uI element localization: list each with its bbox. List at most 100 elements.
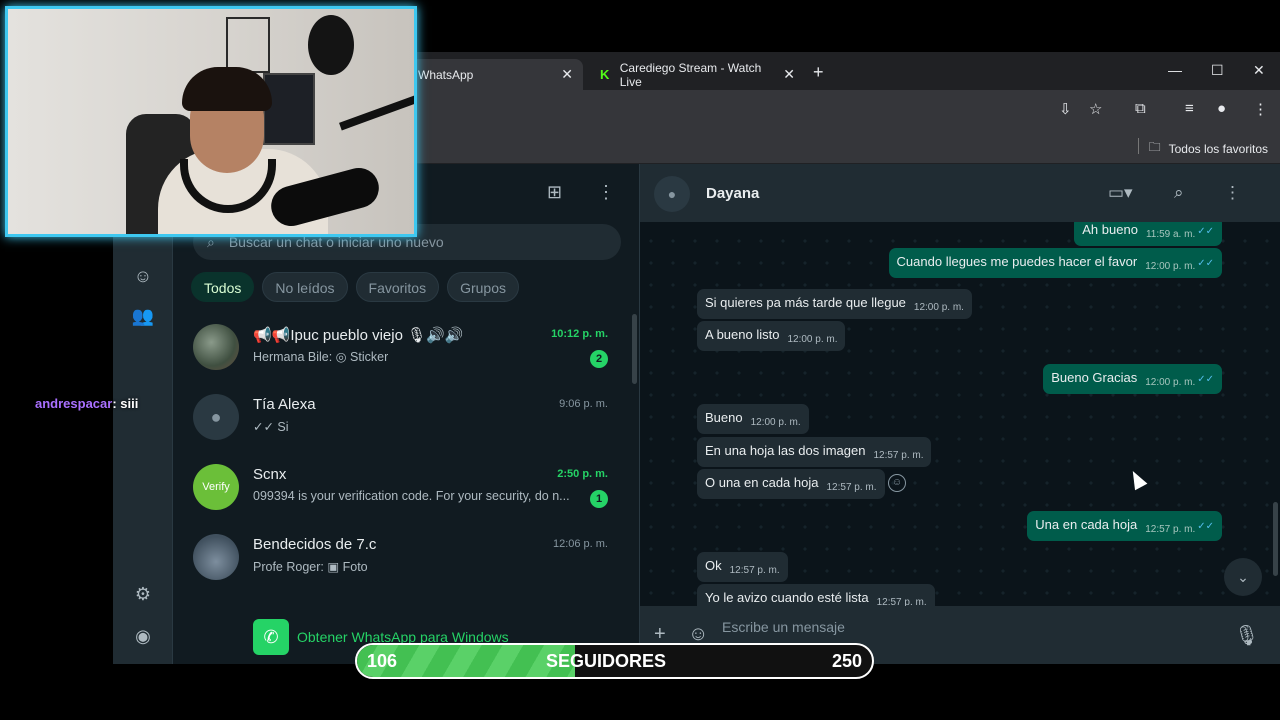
new-tab-icon[interactable]: + [813, 62, 824, 83]
filter-all[interactable]: Todos [191, 272, 255, 302]
message-time: 12:57 p. m. [876, 597, 927, 606]
chat-time: 12:06 p. m. [552, 538, 608, 550]
contact-avatar-icon[interactable]: ● [654, 176, 690, 212]
message-out[interactable]: Ah bueno 11:59 a. m. ✓✓ [1074, 222, 1222, 246]
chat-time: 2:50 p. m. [557, 468, 608, 480]
filter-favorites[interactable]: Favoritos [355, 272, 440, 302]
message-text: A bueno listo [705, 327, 780, 342]
chat-title: Bendecidos de 7.c [253, 536, 377, 553]
filter-groups[interactable]: Grupos [447, 272, 520, 302]
message-text: Cuando llegues me puedes hacer el favor [896, 254, 1138, 269]
close-window-icon[interactable]: ✕ [1253, 62, 1265, 79]
chat-title: 📢📢Ipuc pueblo viejo 🎙🔊🔊 [253, 327, 464, 344]
maximize-icon[interactable]: ☐ [1211, 62, 1224, 79]
message-text: Si quieres pa más tarde que llegue [705, 295, 906, 310]
conversation-panel: ● Dayana ▭▾ ⌕ ⋮ Ah bueno 11:59 a. m. ✓✓ Cu… [640, 164, 1280, 664]
message-in[interactable]: O una en cada hoja 12:57 p. m. [697, 469, 885, 499]
message-time: 12:00 p. m. [750, 417, 801, 428]
contact-name[interactable]: Dayana [706, 185, 759, 202]
nav-rail: ☺ 👥 ⚙ ◉ [113, 164, 173, 664]
follower-goal-bar: 106 SEGUIDORES 250 [355, 643, 874, 679]
message-time: 12:57 p. m. [873, 450, 924, 461]
message-in[interactable]: Yo le avizo cuando esté lista 12:57 p. m. [697, 584, 935, 606]
followers-goal: 250 [831, 651, 862, 671]
avatar [193, 324, 239, 370]
scroll-down-chevron-icon[interactable]: ⌄ [1224, 558, 1262, 596]
chat-title: Scnx [253, 466, 287, 483]
message-in[interactable]: Bueno 12:00 p. m. [697, 404, 809, 434]
message-text: Yo le avizo cuando esté lista [705, 590, 869, 605]
message-text: Ok [705, 558, 722, 573]
tab-label: WhatsApp [418, 67, 474, 82]
chat-list-scrollbar[interactable] [632, 314, 637, 384]
chat-item[interactable]: Bendecidos de 7.c Profe Roger: ▣ Foto 12… [173, 522, 640, 592]
chat-preview: Profe Roger: ▣ Foto [253, 560, 368, 574]
close-tab-icon[interactable]: ✕ [561, 66, 573, 83]
channels-icon[interactable]: ☺ [131, 264, 155, 288]
menu-kebab-icon[interactable]: ⋮ [1224, 183, 1241, 203]
chat-item[interactable]: 📢📢Ipuc pueblo viejo 🎙🔊🔊 Hermana Bile: ◎ … [173, 312, 640, 382]
react-emoji-icon[interactable]: ☺ [888, 474, 906, 492]
minimize-icon[interactable]: — [1168, 62, 1182, 78]
bookmark-star-icon[interactable]: ☆ [1089, 100, 1102, 118]
message-out[interactable]: Una en cada hoja 12:57 p. m. ✓✓ [1027, 511, 1222, 541]
message-out[interactable]: Bueno Gracias 12:00 p. m. ✓✓ [1043, 364, 1222, 394]
close-tab-icon[interactable]: ✕ [783, 66, 795, 83]
message-list: Ah bueno 11:59 a. m. ✓✓ Cuando llegues me … [640, 222, 1280, 606]
conversation-header[interactable]: ● Dayana ▭▾ ⌕ ⋮ [640, 164, 1280, 222]
all-bookmarks-label: Todos los favoritos [1168, 141, 1268, 156]
all-bookmarks-button[interactable]: 🗀 Todos los favoritos [1149, 138, 1268, 159]
message-text: Bueno Gracias [1051, 370, 1138, 385]
new-chat-icon[interactable]: ⊞ [547, 182, 562, 203]
message-in[interactable]: En una hoja las dos imagen 12:57 p. m. [697, 437, 932, 467]
video-call-icon[interactable]: ▭▾ [1108, 183, 1133, 203]
message-time: 12:00 p. m. [913, 302, 964, 313]
microphone-icon[interactable]: 🎙 [1234, 623, 1259, 648]
media-controls-icon[interactable]: ≡ [1185, 100, 1194, 117]
menu-kebab-icon[interactable]: ⋮ [1253, 100, 1268, 118]
chat-item[interactable]: Verify Scnx 099394 is your verification … [173, 452, 640, 522]
conversation-scrollbar[interactable] [1273, 502, 1278, 576]
install-app-icon[interactable]: ⇩ [1059, 100, 1072, 118]
settings-gear-icon[interactable]: ⚙ [131, 582, 155, 606]
chat-time: 9:06 p. m. [559, 398, 608, 410]
unread-badge: 1 [590, 490, 608, 508]
search-icon[interactable]: ⌕ [1174, 183, 1184, 203]
avatar [193, 534, 239, 580]
message-in[interactable]: Ok 12:57 p. m. [697, 552, 788, 582]
communities-icon[interactable]: 👥 [131, 304, 155, 328]
profile-avatar-icon[interactable]: ● [1217, 100, 1226, 117]
bookmark-separator [1138, 138, 1139, 154]
followers-label: SEGUIDORES [546, 651, 667, 671]
tab-whatsapp[interactable]: WhatsApp ✕ [408, 59, 583, 90]
message-in[interactable]: A bueno listo 12:00 p. m. [697, 321, 846, 351]
profile-icon[interactable]: ◉ [131, 624, 155, 648]
message-time: 12:57 p. m. [729, 565, 780, 576]
chat-item[interactable]: ● Tía Alexa ✓✓ Si 9:06 p. m. [173, 382, 640, 452]
webcam-monitor [263, 73, 315, 145]
unread-badge: 2 [590, 350, 608, 368]
tab-carediego-stream[interactable]: K Carediego Stream - Watch Live ✕ [590, 59, 805, 90]
extensions-icon[interactable]: ⧉ [1135, 100, 1146, 117]
folder-icon: 🗀 [1148, 140, 1161, 154]
message-time: 12:00 p. m. [787, 334, 838, 345]
filter-unread[interactable]: No leídos [262, 272, 348, 302]
webcam-wall-frame [226, 17, 270, 73]
chat-preview: 099394 is your verification code. For yo… [253, 489, 570, 503]
default-avatar-icon: ● [193, 394, 239, 440]
message-input[interactable]: Escribe un mensaje [722, 619, 845, 635]
message-text: Ah bueno [1082, 222, 1138, 237]
message-time: 11:59 a. m. [1145, 229, 1196, 240]
message-time: 12:57 p. m. [826, 482, 877, 493]
whatsapp-app: ☺ 👥 ⚙ ◉ ⊞ ⋮ ⌕ Buscar un chat o iniciar u… [113, 164, 1280, 664]
chat-time: 10:12 p. m. [551, 328, 608, 340]
message-in[interactable]: Si quieres pa más tarde que llegue 12:00 … [697, 289, 972, 319]
webcam-overlay [5, 6, 417, 237]
menu-kebab-icon[interactable]: ⋮ [597, 182, 615, 203]
read-ticks-icon: ✓✓ [1197, 374, 1214, 385]
message-out[interactable]: Cuando llegues me puedes hacer el favor 1… [888, 248, 1222, 278]
stream-chat-user: andrespacar [35, 396, 113, 411]
message-text: Una en cada hoja [1035, 517, 1138, 532]
chat-preview: Hermana Bile: ◎ Sticker [253, 350, 389, 364]
whatsapp-logo-icon: ✆ [253, 619, 289, 655]
